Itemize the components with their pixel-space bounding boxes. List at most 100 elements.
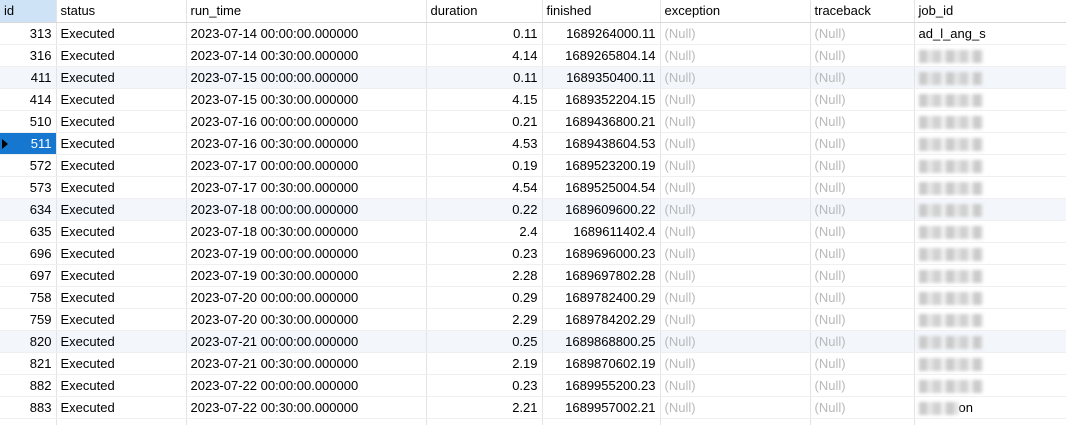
cell-id[interactable]: 635 [0,220,57,243]
column-header-exception[interactable]: exception [660,0,811,23]
cell-duration[interactable]: 0.19 [426,154,543,177]
cell-traceback[interactable]: (Null) [810,66,915,89]
column-header-finished[interactable]: finished [542,0,661,23]
cell-run-time[interactable]: 2023-07-15 00:00:00.000000 [186,66,427,89]
query-result-grid[interactable]: id status run_time duration finished exceptio… [0,0,1066,425]
cell-status[interactable]: Executed [56,264,187,287]
cell-exception[interactable]: (Null) [660,374,811,397]
cell-id[interactable]: 511 [0,132,57,155]
cell-duration[interactable]: 0.21 [426,110,543,133]
cell-run-time[interactable] [186,418,427,425]
cell-duration[interactable]: 2.29 [426,308,543,331]
cell-finished[interactable]: 1689609600.22 [542,198,661,221]
cell-exception[interactable]: (Null) [660,352,811,375]
cell-finished[interactable]: 1689523200.19 [542,154,661,177]
cell-duration[interactable]: 4.14 [426,44,543,67]
column-header-run-time[interactable]: run_time [186,0,427,23]
cell-traceback[interactable]: (Null) [810,44,915,67]
cell-exception[interactable]: (Null) [660,176,811,199]
cell-traceback[interactable]: (Null) [810,176,915,199]
cell-status[interactable]: Executed [56,154,187,177]
table-row[interactable]: 572 Executed 2023-07-17 00:00:00.000000 0.1… [0,154,1066,177]
cell-traceback[interactable]: (Null) [810,242,915,265]
cell-job-id[interactable] [914,176,1066,199]
cell-run-time[interactable]: 2023-07-18 00:00:00.000000 [186,198,427,221]
cell-traceback[interactable] [810,418,915,425]
cell-duration[interactable]: 2.28 [426,264,543,287]
cell-finished[interactable]: 1689265804.14 [542,44,661,67]
cell-duration[interactable]: 2.4 [426,220,543,243]
table-row[interactable]: 511 Executed 2023-07-16 00:30:00.000000 4.5… [0,132,1066,155]
cell-status[interactable]: Executed [56,242,187,265]
cell-exception[interactable]: (Null) [660,308,811,331]
cell-status[interactable]: Executed [56,286,187,309]
cell-traceback[interactable]: (Null) [810,154,915,177]
cell-id[interactable]: 572 [0,154,57,177]
cell-id[interactable]: 313 [0,22,57,45]
table-row[interactable]: 316 Executed 2023-07-14 00:30:00.000000 4.1… [0,44,1066,67]
cell-traceback[interactable]: (Null) [810,264,915,287]
cell-status[interactable]: Executed [56,220,187,243]
cell-finished[interactable]: 1689436800.21 [542,110,661,133]
cell-traceback[interactable]: (Null) [810,374,915,397]
cell-run-time[interactable]: 2023-07-20 00:30:00.000000 [186,308,427,331]
table-row[interactable]: 313 Executed 2023-07-14 00:00:00.000000 0.1… [0,22,1066,45]
cell-duration[interactable]: 2.21 [426,396,543,419]
cell-finished[interactable]: 1689611402.4 [542,220,661,243]
cell-exception[interactable]: (Null) [660,396,811,419]
column-header-job-id[interactable]: job_id [914,0,1066,23]
table-row[interactable]: 573 Executed 2023-07-17 00:30:00.000000 4.5… [0,176,1066,199]
table-row[interactable]: 882 Executed 2023-07-22 00:00:00.000000 0.2… [0,374,1066,397]
cell-run-time[interactable]: 2023-07-19 00:00:00.000000 [186,242,427,265]
cell-exception[interactable]: (Null) [660,220,811,243]
cell-job-id[interactable] [914,374,1066,397]
cell-duration[interactable]: 0.11 [426,66,543,89]
table-row[interactable]: 758 Executed 2023-07-20 00:00:00.000000 0.2… [0,286,1066,309]
cell-exception[interactable]: (Null) [660,154,811,177]
cell-status[interactable]: Executed [56,198,187,221]
cell-job-id[interactable] [914,264,1066,287]
column-header-id[interactable]: id [0,0,57,23]
cell-run-time[interactable]: 2023-07-15 00:30:00.000000 [186,88,427,111]
cell-job-id[interactable]: ad_l_ang_s [914,22,1066,45]
table-row[interactable]: 883 Executed 2023-07-22 00:30:00.000000 2.2… [0,396,1066,419]
cell-finished[interactable]: 1689957002.21 [542,396,661,419]
cell-job-id[interactable] [914,308,1066,331]
cell-traceback[interactable]: (Null) [810,286,915,309]
cell-job-id[interactable]: on [914,396,1066,419]
cell-status[interactable]: Executed [56,88,187,111]
cell-traceback[interactable]: (Null) [810,308,915,331]
cell-traceback[interactable]: (Null) [810,88,915,111]
cell-finished[interactable]: 1689870602.19 [542,352,661,375]
cell-finished[interactable]: 1689696000.23 [542,242,661,265]
cell-id[interactable]: 759 [0,308,57,331]
cell-status[interactable]: Executed [56,176,187,199]
table-row[interactable]: 821 Executed 2023-07-21 00:30:00.000000 2.1… [0,352,1066,375]
cell-traceback[interactable]: (Null) [810,22,915,45]
cell-id[interactable]: 820 [0,330,57,353]
cell-finished[interactable]: 1689697802.28 [542,264,661,287]
cell-duration[interactable]: 0.22 [426,198,543,221]
cell-finished[interactable]: 1689784202.29 [542,308,661,331]
table-row[interactable]: 697 Executed 2023-07-19 00:30:00.000000 2.2… [0,264,1066,287]
cell-id[interactable]: 882 [0,374,57,397]
cell-duration[interactable]: 4.53 [426,132,543,155]
cell-status[interactable]: Executed [56,308,187,331]
table-row[interactable]: 635 Executed 2023-07-18 00:30:00.000000 2.4… [0,220,1066,243]
table-row[interactable]: 411 Executed 2023-07-15 00:00:00.000000 0.1… [0,66,1066,89]
cell-traceback[interactable]: (Null) [810,132,915,155]
cell-run-time[interactable]: 2023-07-14 00:30:00.000000 [186,44,427,67]
cell-id[interactable]: 696 [0,242,57,265]
table-row[interactable]: 759 Executed 2023-07-20 00:30:00.000000 2.2… [0,308,1066,331]
cell-duration[interactable] [426,418,543,425]
cell-finished[interactable]: 1689350400.11 [542,66,661,89]
cell-id[interactable]: 758 [0,286,57,309]
cell-exception[interactable]: (Null) [660,198,811,221]
cell-job-id[interactable] [914,44,1066,67]
table-row[interactable]: 696 Executed 2023-07-19 00:00:00.000000 0.2… [0,242,1066,265]
cell-status[interactable]: Executed [56,374,187,397]
column-header-duration[interactable]: duration [426,0,543,23]
cell-exception[interactable]: (Null) [660,242,811,265]
cell-exception[interactable]: (Null) [660,264,811,287]
cell-finished[interactable]: 1689782400.29 [542,286,661,309]
